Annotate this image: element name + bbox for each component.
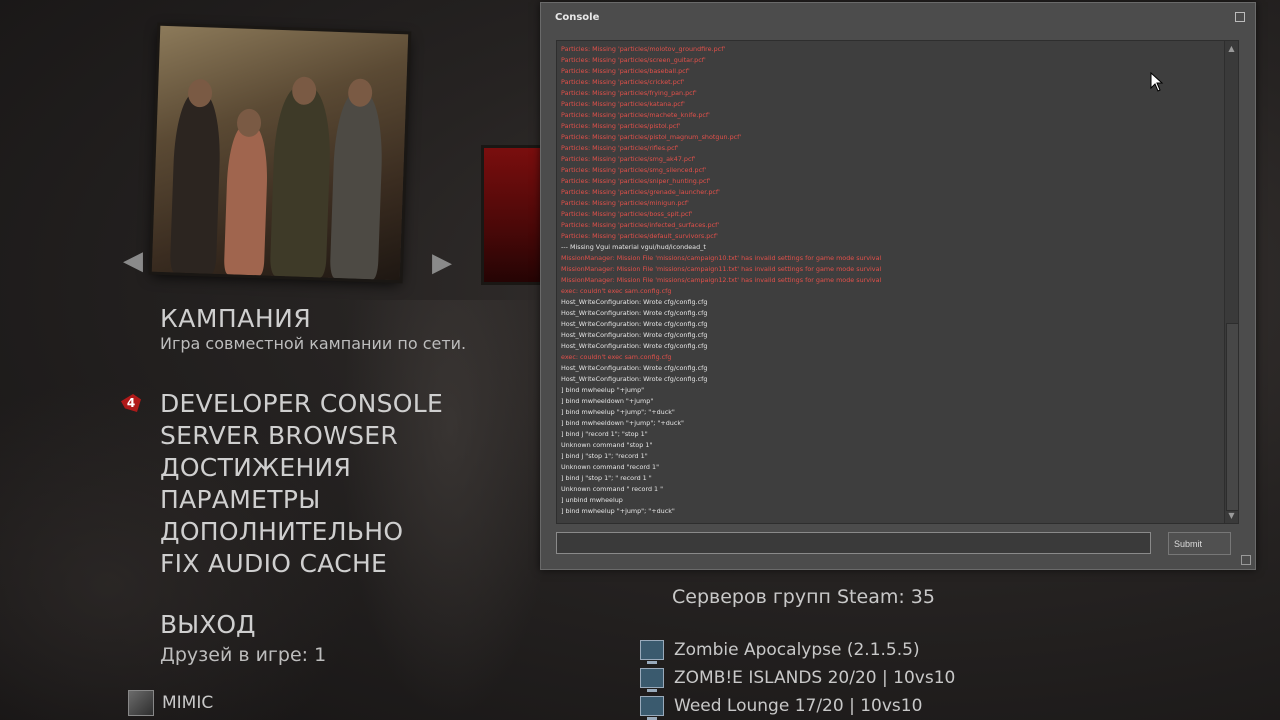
console-log-line: Host_WriteConfiguration: Wrote cfg/confi… xyxy=(561,342,708,350)
console-log-line: Particles: Missing 'particles/katana.pcf… xyxy=(561,100,685,108)
console-log-line: Particles: Missing 'particles/machete_kn… xyxy=(561,111,710,119)
menu-item-developer-console[interactable]: DEVELOPER CONSOLE xyxy=(160,388,443,420)
menu-item-exit[interactable]: ВЫХОД xyxy=(160,610,256,639)
console-log-line: Particles: Missing 'particles/rifles.pcf… xyxy=(561,144,679,152)
monitor-icon xyxy=(640,696,664,720)
menu-item-fix-audio-cache[interactable]: FIX AUDIO CACHE xyxy=(160,548,443,580)
server-list-item[interactable]: Zombie Apocalypse (2.1.5.5) xyxy=(640,636,955,664)
console-log-line: Particles: Missing 'particles/screen_gui… xyxy=(561,56,706,64)
survivor-figure xyxy=(223,124,269,276)
menu-item-extras[interactable]: ДОПОЛНИТЕЛЬНО xyxy=(160,516,443,548)
scroll-thumb[interactable] xyxy=(1226,323,1239,511)
console-log-line: Particles: Missing 'particles/minigun.pc… xyxy=(561,199,689,207)
console-log-line: ] unbind mwheelup xyxy=(561,496,623,504)
console-log-line: ] bind j "stop 1"; "record 1" xyxy=(561,452,648,460)
avatar xyxy=(128,690,154,716)
console-log-line: MissionManager: Mission File 'missions/c… xyxy=(561,276,882,284)
console-log-line: Particles: Missing 'particles/grenade_la… xyxy=(561,188,720,196)
console-log-line: Particles: Missing 'particles/boss_spit.… xyxy=(561,210,693,218)
console-log-line: ] bind j "record 1"; "stop 1" xyxy=(561,430,648,438)
console-log-line: MissionManager: Mission File 'missions/c… xyxy=(561,265,882,273)
monitor-icon xyxy=(640,640,664,664)
console-log-line: Particles: Missing 'particles/pistol.pcf… xyxy=(561,122,681,130)
survivor-figure xyxy=(269,85,333,278)
console-log-line: --- Missing Vgui material vgui/hud/icond… xyxy=(561,243,706,251)
survivor-figure xyxy=(329,91,385,280)
console-log-line: Particles: Missing 'particles/smg_silenc… xyxy=(561,166,707,174)
console-log-line: ] bind j "stop 1"; " record 1 " xyxy=(561,474,652,482)
console-log-line: MissionManager: Mission File 'missions/c… xyxy=(561,254,882,262)
console-log-line: ] bind mwheeldown "+jump" xyxy=(561,397,654,405)
console-log-line: exec: couldn't exec sam.config.cfg xyxy=(561,353,672,361)
main-menu: DEVELOPER CONSOLE SERVER BROWSER ДОСТИЖЕ… xyxy=(160,388,443,580)
console-log-line: Host_WriteConfiguration: Wrote cfg/confi… xyxy=(561,364,708,372)
monitor-icon xyxy=(640,668,664,692)
console-log-line: Unknown command " record 1 " xyxy=(561,485,664,493)
menu-item-achievements[interactable]: ДОСТИЖЕНИЯ xyxy=(160,452,443,484)
console-command-input[interactable] xyxy=(556,532,1151,554)
console-log-line: Particles: Missing 'particles/frying_pan… xyxy=(561,89,697,97)
server-name: ZOMB!E ISLANDS 20/20 | 10vs10 xyxy=(674,668,956,688)
campaign-poster[interactable] xyxy=(151,25,409,281)
console-window: Console Particles: Missing 'particles/mo… xyxy=(540,2,1256,570)
selection-marker-icon: 4 xyxy=(121,394,141,412)
console-log-line: Host_WriteConfiguration: Wrote cfg/confi… xyxy=(561,320,708,328)
scroll-up-icon[interactable]: ▲ xyxy=(1226,43,1237,54)
console-log-line: ] bind mwheelup "+jump"; "+duck" xyxy=(561,408,675,416)
console-log-line: exec: couldn't exec sam.config.cfg xyxy=(561,287,672,295)
steam-group-servers-title: Серверов групп Steam: 35 xyxy=(672,586,935,608)
console-log-line: Particles: Missing 'particles/default_su… xyxy=(561,232,718,240)
scroll-down-icon[interactable]: ▼ xyxy=(1226,510,1237,521)
console-log-line: Particles: Missing 'particles/infected_s… xyxy=(561,221,720,229)
menu-item-options[interactable]: ПАРАМЕТРЫ xyxy=(160,484,443,516)
next-campaign-poster[interactable] xyxy=(484,148,544,282)
console-title[interactable]: Console xyxy=(555,12,599,23)
server-list-item[interactable]: ZOMB!E ISLANDS 20/20 | 10vs10 xyxy=(640,664,955,692)
console-log-line: ] bind mwheelup "+jump" xyxy=(561,386,645,394)
friend-entry[interactable]: MIMIC xyxy=(128,690,213,716)
console-output: Particles: Missing 'particles/molotov_gr… xyxy=(556,40,1225,524)
console-log-line: ] bind mwheelup "+jump"; "+duck" xyxy=(561,507,675,515)
menu-subtitle: Игра совместной кампании по сети. xyxy=(160,334,467,353)
friends-online-label: Друзей в игре: 1 xyxy=(160,644,327,666)
console-log-line: Host_WriteConfiguration: Wrote cfg/confi… xyxy=(561,309,708,317)
submit-button[interactable]: Submit xyxy=(1168,532,1231,555)
menu-title[interactable]: КАМПАНИЯ xyxy=(160,304,311,333)
resize-grip-icon[interactable] xyxy=(1241,555,1251,565)
survivor-figure xyxy=(169,92,223,274)
console-scrollbar[interactable]: ▲ ▼ xyxy=(1224,40,1239,524)
console-log-line: ] bind mwheeldown "+jump"; "+duck" xyxy=(561,419,684,427)
server-name: Zombie Apocalypse (2.1.5.5) xyxy=(674,640,920,660)
friend-name: MIMIC xyxy=(162,693,214,713)
chevron-right-icon[interactable]: ▶ xyxy=(432,250,452,276)
console-log-line: Host_WriteConfiguration: Wrote cfg/confi… xyxy=(561,331,708,339)
chevron-left-icon[interactable]: ◀ xyxy=(123,248,143,274)
console-log-line: Particles: Missing 'particles/smg_ak47.p… xyxy=(561,155,696,163)
console-log-line: Particles: Missing 'particles/molotov_gr… xyxy=(561,45,726,53)
console-log-line: Host_WriteConfiguration: Wrote cfg/confi… xyxy=(561,375,708,383)
server-list-item[interactable]: Weed Lounge 17/20 | 10vs10 xyxy=(640,692,955,720)
server-list: Zombie Apocalypse (2.1.5.5) ZOMB!E ISLAN… xyxy=(640,636,955,720)
server-name: Weed Lounge 17/20 | 10vs10 xyxy=(674,696,923,716)
console-log-line: Unknown command "record 1" xyxy=(561,463,660,471)
console-log-line: Particles: Missing 'particles/cricket.pc… xyxy=(561,78,685,86)
console-log-line: Particles: Missing 'particles/baseball.p… xyxy=(561,67,690,75)
console-log-line: Particles: Missing 'particles/pistol_mag… xyxy=(561,133,742,141)
console-log: Particles: Missing 'particles/molotov_gr… xyxy=(557,41,1224,517)
menu-item-server-browser[interactable]: SERVER BROWSER xyxy=(160,420,443,452)
console-log-line: Host_WriteConfiguration: Wrote cfg/confi… xyxy=(561,298,708,306)
window-close-icon[interactable] xyxy=(1235,12,1245,22)
console-log-line: Unknown command "stop 1" xyxy=(561,441,653,449)
console-log-line: Particles: Missing 'particles/sniper_hun… xyxy=(561,177,711,185)
